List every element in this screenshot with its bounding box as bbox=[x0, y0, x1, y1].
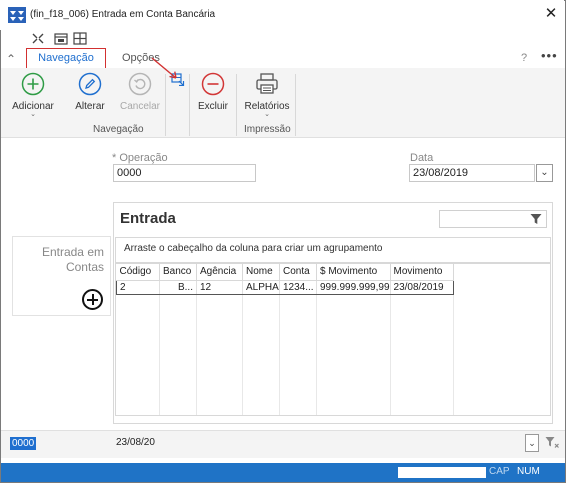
edit-button[interactable]: Alterar bbox=[69, 72, 111, 112]
close-icon[interactable]: ✕ bbox=[543, 6, 559, 22]
chevron-down-icon: ⌄ bbox=[30, 111, 36, 118]
find-bar bbox=[1, 430, 565, 458]
column-header[interactable]: Nome bbox=[242, 264, 280, 281]
filter-icon[interactable] bbox=[530, 213, 542, 225]
reports-button[interactable]: Relatórios ⌄ bbox=[239, 72, 295, 118]
app-logo-icon bbox=[8, 7, 26, 23]
tab-navegacao[interactable]: Navegação bbox=[26, 48, 106, 70]
find-date-field[interactable]: 23/08/20 bbox=[116, 437, 155, 448]
data-grid: Código Banco Agência Nome Conta $ Movime… bbox=[115, 263, 551, 416]
ribbon-separator bbox=[236, 74, 237, 136]
more-options-button[interactable]: ••• bbox=[541, 48, 558, 63]
grid-view-icon[interactable] bbox=[73, 32, 87, 45]
date-dropdown-button[interactable]: ⌄ bbox=[536, 164, 553, 182]
ribbon: Adicionar ⌄ Alterar Cancelar Navegação E… bbox=[1, 68, 565, 138]
num-lock-indicator: NUM bbox=[517, 466, 540, 477]
operacao-label: * Operação bbox=[112, 152, 168, 164]
table-cell: 2 bbox=[116, 279, 160, 295]
column-header[interactable]: Agência bbox=[196, 264, 243, 281]
data-label: Data bbox=[410, 152, 434, 164]
calendar-icon[interactable] bbox=[54, 32, 68, 45]
annotation-arrow-icon bbox=[151, 57, 177, 79]
group-label-impressao: Impressão bbox=[244, 124, 291, 135]
add-circle-icon bbox=[21, 72, 45, 96]
find-dropdown-button[interactable]: ⌄ bbox=[525, 434, 539, 452]
card-title: Entrada em Contas bbox=[42, 245, 104, 275]
help-button[interactable]: ? bbox=[521, 52, 527, 64]
add-button[interactable]: Adicionar ⌄ bbox=[9, 72, 57, 118]
column-header[interactable]: Banco bbox=[159, 264, 197, 281]
card-title-line1: Entrada em bbox=[41, 245, 104, 259]
filter-clear-icon[interactable] bbox=[545, 436, 559, 449]
column-header[interactable]: $ Movimento bbox=[316, 264, 391, 281]
panel-title: Entrada bbox=[120, 210, 176, 227]
cancel-label: Cancelar bbox=[119, 101, 161, 112]
table-cell: B... bbox=[159, 279, 197, 295]
column-header[interactable]: Conta bbox=[279, 264, 317, 281]
group-hint-text: Arraste o cabeçalho da coluna para criar… bbox=[124, 243, 383, 254]
ribbon-separator bbox=[295, 74, 296, 136]
empty-row bbox=[116, 294, 454, 415]
collapse-arrows-icon[interactable] bbox=[31, 32, 45, 45]
ribbon-collapse-icon[interactable]: ⌃ bbox=[6, 52, 16, 66]
table-row[interactable]: 2 B... 12 ALPHA 1234... 999.999.999,99 2… bbox=[116, 279, 454, 295]
caps-lock-indicator: CAP bbox=[489, 466, 510, 477]
data-input[interactable]: 23/08/2019 bbox=[409, 164, 535, 182]
add-circle-icon[interactable] bbox=[82, 289, 103, 310]
find-code-field[interactable]: 0000 bbox=[10, 437, 37, 450]
grid-table: Código Banco Agência Nome Conta $ Movime… bbox=[116, 264, 454, 415]
window-title: (fin_f18_006) Entrada em Conta Bancária bbox=[30, 9, 216, 20]
remove-circle-icon bbox=[201, 72, 225, 96]
operacao-input[interactable]: 0000 bbox=[113, 164, 256, 182]
table-cell: ALPHA bbox=[242, 279, 280, 295]
table-cell: 1234... bbox=[279, 279, 317, 295]
table-cell: 12 bbox=[196, 279, 243, 295]
card-title-line2: Contas bbox=[65, 260, 104, 274]
group-label-navegacao: Navegação bbox=[93, 124, 144, 135]
entrada-contas-card[interactable]: Entrada em Contas bbox=[12, 236, 111, 316]
column-header[interactable]: Código bbox=[116, 264, 160, 281]
delete-button[interactable]: Excluir bbox=[191, 72, 235, 112]
chevron-down-icon: ⌄ bbox=[264, 111, 270, 118]
edit-pencil-icon bbox=[78, 72, 102, 96]
delete-label: Excluir bbox=[197, 101, 228, 112]
table-cell: 999.999.999,99 bbox=[316, 279, 391, 295]
column-header[interactable]: Movimento bbox=[390, 264, 454, 281]
printer-icon bbox=[256, 73, 278, 94]
grid-header-row: Código Banco Agência Nome Conta $ Movime… bbox=[116, 264, 454, 281]
ribbon-separator bbox=[189, 74, 190, 136]
table-cell: 23/08/2019 bbox=[390, 279, 454, 295]
status-message-box bbox=[398, 467, 486, 478]
edit-label: Alterar bbox=[75, 101, 105, 112]
undo-icon bbox=[128, 72, 152, 96]
